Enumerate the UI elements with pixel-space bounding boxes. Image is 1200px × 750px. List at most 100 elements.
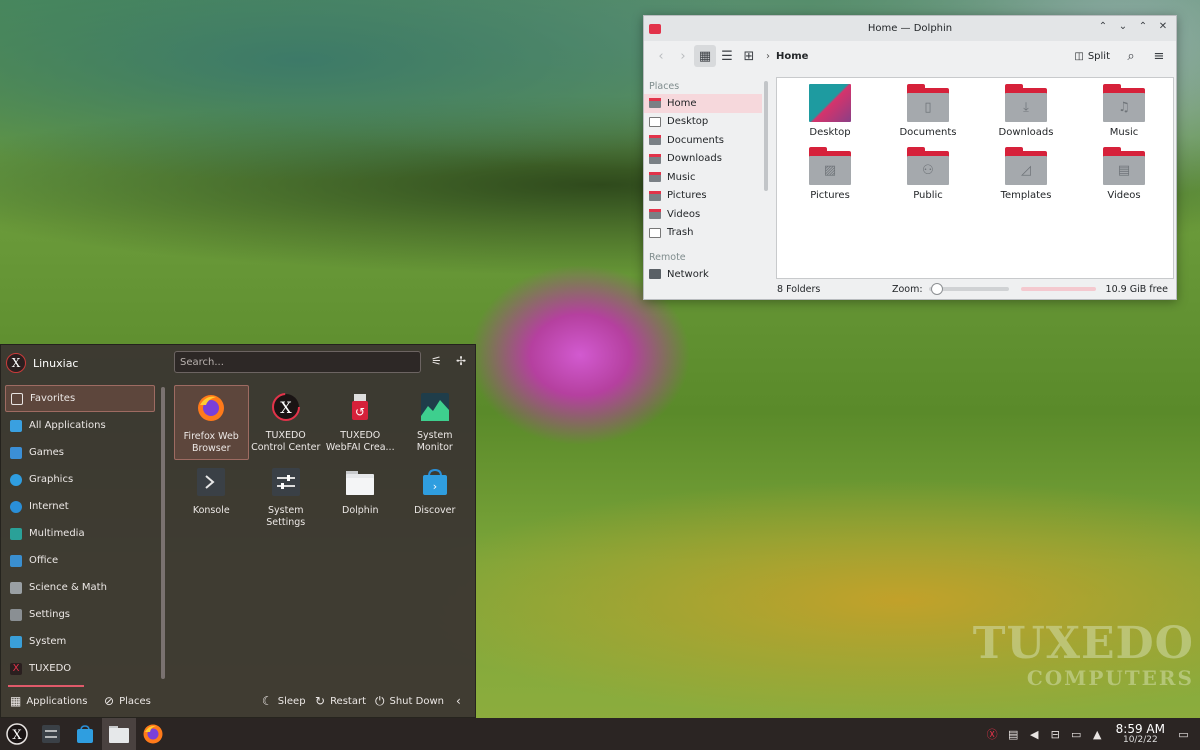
app-discover[interactable]: › Discover: [398, 460, 473, 535]
graphics-icon: [10, 473, 22, 486]
places-item-downloads[interactable]: Downloads: [644, 150, 762, 169]
app-tuxedo-control-center[interactable]: X TUXEDO Control Center: [249, 385, 324, 460]
folder-downloads[interactable]: ⤓ Downloads: [977, 84, 1075, 138]
launcher-button[interactable]: X: [0, 718, 34, 750]
taskbar-discover[interactable]: [68, 718, 102, 750]
places-scrollbar[interactable]: [764, 81, 768, 191]
places-item-home[interactable]: Home: [644, 94, 762, 113]
category-all-applications[interactable]: All Applications: [5, 412, 155, 439]
hamburger-menu-icon: ≡: [1153, 48, 1165, 64]
app-dolphin[interactable]: Dolphin: [323, 460, 398, 535]
search-input[interactable]: Search...: [174, 351, 421, 373]
discover-icon: ›: [419, 466, 451, 498]
watermark-line1: TUXEDO: [972, 618, 1194, 669]
sleep-button[interactable]: ☾ Sleep: [262, 694, 306, 708]
category-settings[interactable]: Settings: [5, 601, 155, 628]
minimize-icon[interactable]: ⌄: [1116, 20, 1130, 34]
taskbar-system-settings[interactable]: [34, 718, 68, 750]
app-label-line1: TUXEDO: [340, 430, 381, 441]
folder-label: Videos: [1107, 190, 1141, 201]
app-firefox[interactable]: Firefox Web Browser: [174, 385, 249, 460]
display-icon[interactable]: ▭: [1066, 728, 1087, 741]
places-item-videos[interactable]: Videos: [644, 205, 762, 224]
tuxedo-launcher-icon: X: [6, 723, 28, 745]
close-icon[interactable]: ✕: [1156, 20, 1170, 34]
home-folder-icon: [649, 98, 661, 109]
folder-public[interactable]: ⚇ Public: [879, 147, 977, 201]
app-system-monitor[interactable]: System Monitor: [398, 385, 473, 460]
discover-icon: [77, 725, 93, 743]
places-item-desktop[interactable]: Desktop: [644, 113, 762, 132]
places-item-music[interactable]: Music: [644, 168, 762, 187]
keep-above-icon[interactable]: ⌃: [1096, 20, 1110, 34]
folder-templates[interactable]: ◿ Templates: [977, 147, 1075, 201]
places-item-pictures[interactable]: Pictures: [644, 187, 762, 206]
network-icon[interactable]: ⊟: [1045, 728, 1066, 741]
zoom-slider[interactable]: [928, 283, 1009, 295]
places-item-trash[interactable]: Trash: [644, 224, 762, 243]
clock[interactable]: 8:59 AM 10/2/22: [1116, 723, 1165, 745]
app-label-line1: System: [417, 430, 453, 441]
clipboard-icon[interactable]: ▤: [1003, 728, 1024, 741]
category-multimedia[interactable]: Multimedia: [5, 520, 155, 547]
category-tuxedo[interactable]: X TUXEDO: [5, 655, 155, 682]
system-settings-icon: [42, 725, 60, 743]
tuxedo-tray-icon[interactable]: Ⓧ: [982, 726, 1003, 742]
category-science-math[interactable]: Science & Math: [5, 574, 155, 601]
folder-videos[interactable]: ▤ Videos: [1075, 147, 1173, 201]
zoom-slider-handle[interactable]: [930, 283, 943, 295]
details-view-button[interactable]: ⊞: [738, 45, 760, 67]
more-session-options-button[interactable]: ‹: [456, 694, 461, 708]
category-graphics[interactable]: Graphics: [5, 466, 155, 493]
places-item-documents[interactable]: Documents: [644, 131, 762, 150]
tray-expand-icon[interactable]: ▲: [1087, 728, 1108, 741]
category-scrollbar[interactable]: [161, 387, 165, 679]
app-system-settings[interactable]: System Settings: [249, 460, 324, 535]
window-titlebar[interactable]: Home — Dolphin ⌃ ⌄ ⌃ ✕: [644, 16, 1176, 41]
dolphin-window: Home — Dolphin ⌃ ⌄ ⌃ ✕ ‹ › ▦ ☰ ⊞ › Home …: [643, 15, 1177, 300]
restart-button[interactable]: ↻ Restart: [315, 694, 366, 708]
pin-icon[interactable]: ✢: [456, 354, 466, 368]
forward-button[interactable]: ›: [672, 45, 694, 67]
breadcrumb[interactable]: › Home: [766, 51, 808, 62]
places-item-label: Desktop: [667, 116, 709, 128]
folder-pictures[interactable]: ▨ Pictures: [781, 147, 879, 201]
app-tuxedo-webfai[interactable]: ↺ TUXEDO WebFAI Crea...: [323, 385, 398, 460]
split-label: Split: [1087, 50, 1110, 62]
folder-desktop[interactable]: Desktop: [781, 84, 879, 138]
category-system[interactable]: System: [5, 628, 155, 655]
search-button[interactable]: ⌕: [1120, 45, 1142, 67]
user-avatar[interactable]: X: [6, 353, 26, 373]
show-desktop-icon[interactable]: ▭: [1173, 728, 1194, 741]
compact-view-button[interactable]: ☰: [716, 45, 738, 67]
dolphin-app-icon[interactable]: [649, 23, 661, 34]
back-button[interactable]: ‹: [650, 45, 672, 67]
app-label-line1: Konsole: [192, 505, 230, 516]
folder-label: Templates: [1000, 190, 1052, 201]
applications-tab[interactable]: ▦ Applications: [10, 694, 87, 708]
icons-view-button[interactable]: ▦: [694, 45, 716, 67]
folder-music[interactable]: ♫ Music: [1075, 84, 1173, 138]
places-tab[interactable]: ⊘ Places: [104, 694, 151, 708]
category-internet[interactable]: Internet: [5, 493, 155, 520]
category-office[interactable]: Office: [5, 547, 155, 574]
folder-documents[interactable]: ▯ Documents: [879, 84, 977, 138]
places-tab-label: Places: [119, 695, 151, 707]
downloads-folder-icon: ⤓: [1005, 84, 1047, 122]
breadcrumb-home[interactable]: Home: [776, 51, 808, 62]
category-favorites[interactable]: Favorites: [5, 385, 155, 412]
taskbar-dolphin[interactable]: [102, 718, 136, 750]
configure-icon[interactable]: ⚟: [431, 354, 442, 368]
maximize-icon[interactable]: ⌃: [1136, 20, 1150, 34]
split-button[interactable]: ◫ Split: [1070, 45, 1114, 67]
desktop-icon: [649, 116, 661, 127]
shutdown-button[interactable]: ⏻ Shut Down: [375, 694, 444, 709]
folder-label: Music: [1109, 127, 1139, 138]
category-games[interactable]: Games: [5, 439, 155, 466]
dolphin-folder-icon: [344, 466, 376, 498]
taskbar-firefox[interactable]: [136, 718, 170, 750]
volume-icon[interactable]: ◀︎: [1024, 728, 1045, 741]
app-konsole[interactable]: Konsole: [174, 460, 249, 535]
hamburger-menu-button[interactable]: ≡: [1148, 45, 1170, 67]
category-label: System: [29, 636, 67, 647]
